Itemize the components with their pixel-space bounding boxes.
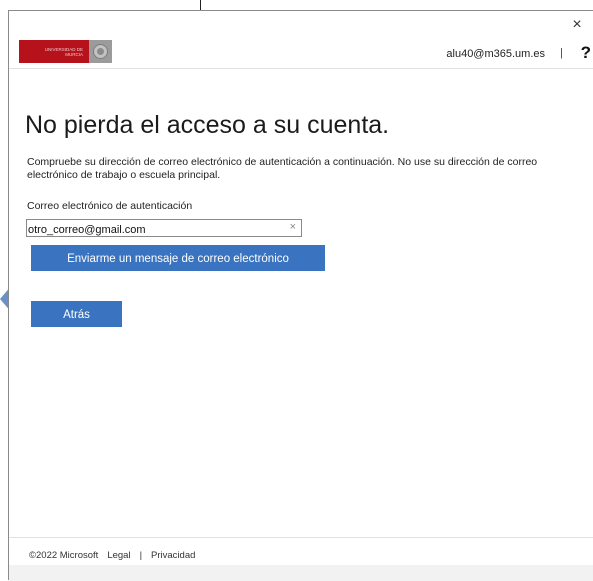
legal-link[interactable]: Legal	[107, 550, 130, 561]
auth-email-field: ×	[26, 219, 302, 238]
clear-icon[interactable]: ×	[290, 221, 296, 233]
logo-text-block: UNIVERSIDAD DE MURCIA	[19, 40, 89, 63]
copyright-text: ©2022 Microsoft	[29, 550, 99, 561]
dialog-footer: ©2022 Microsoft Legal | Privacidad	[9, 537, 593, 565]
instructions-text: Compruebe su dirección de correo electró…	[27, 156, 538, 181]
logo-seal-icon	[89, 40, 112, 63]
header-separator: |	[560, 47, 563, 59]
footer-separator: |	[139, 550, 143, 561]
account-recovery-dialog: × UNIVERSIDAD DE MURCIA alu40@m365.um.es…	[8, 10, 593, 581]
footer-bar	[9, 565, 593, 581]
logo-text-line2: MURCIA	[65, 52, 83, 57]
close-icon[interactable]: ×	[569, 17, 585, 33]
back-button[interactable]: Atrás	[31, 301, 122, 327]
university-logo: UNIVERSIDAD DE MURCIA	[19, 40, 112, 63]
page-title: No pierda el acceso a su cuenta.	[25, 111, 390, 139]
send-email-button[interactable]: Enviarme un mensaje de correo electrónic…	[31, 245, 325, 271]
user-email: alu40@m365.um.es	[446, 48, 545, 60]
privacy-link[interactable]: Privacidad	[151, 550, 195, 561]
auth-email-label: Correo electrónico de autenticación	[27, 200, 193, 212]
auth-email-input[interactable]	[27, 222, 277, 238]
help-icon[interactable]: ?	[581, 43, 591, 63]
dialog-header: UNIVERSIDAD DE MURCIA alu40@m365.um.es |…	[9, 37, 593, 69]
